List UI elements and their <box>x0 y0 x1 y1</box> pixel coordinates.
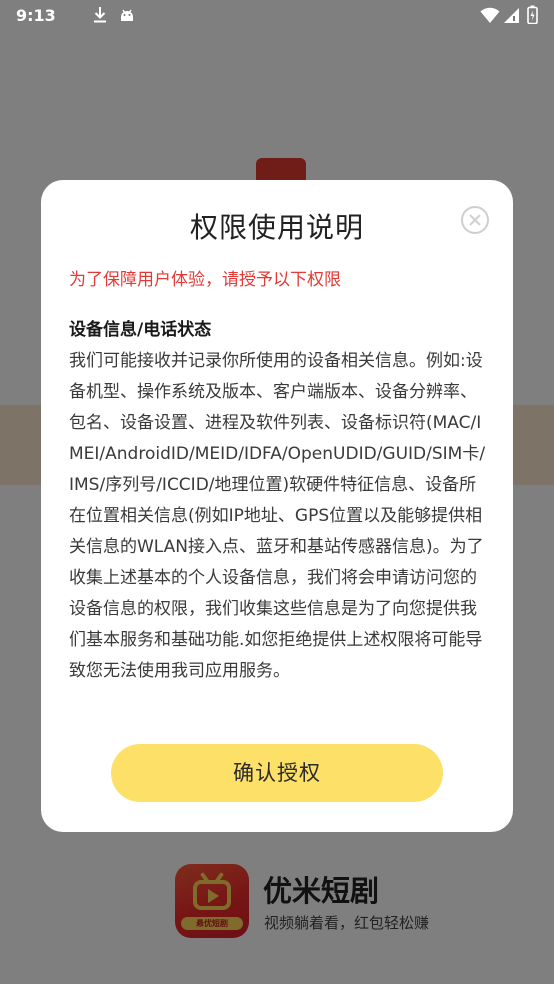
battery-icon <box>527 5 538 28</box>
confirm-authorize-button[interactable]: 确认授权 <box>111 744 443 802</box>
status-bar: 9:13 <box>0 0 554 32</box>
permission-notice: 为了保障用户体验，请授予以下权限 <box>69 270 341 290</box>
wifi-icon <box>480 7 500 28</box>
close-icon[interactable] <box>461 206 489 234</box>
permission-description: 我们可能接收并记录你所使用的设备相关信息。例如:设备机型、操作系统及版本、客户端… <box>69 351 486 681</box>
android-icon <box>118 6 136 28</box>
dialog-title: 权限使用说明 <box>189 211 364 244</box>
status-time: 9:13 <box>16 6 56 25</box>
signal-icon <box>503 7 520 28</box>
section-heading: 设备信息/电话状态 <box>69 320 212 340</box>
download-icon <box>92 6 108 28</box>
permission-dialog: 权限使用说明 为了保障用户体验，请授予以下权限 设备信息/电话状态 我们可能接收… <box>41 180 513 832</box>
permission-description-scroll[interactable]: 我们可能接收并记录你所使用的设备相关信息。例如:设备机型、操作系统及版本、客户端… <box>69 346 487 698</box>
